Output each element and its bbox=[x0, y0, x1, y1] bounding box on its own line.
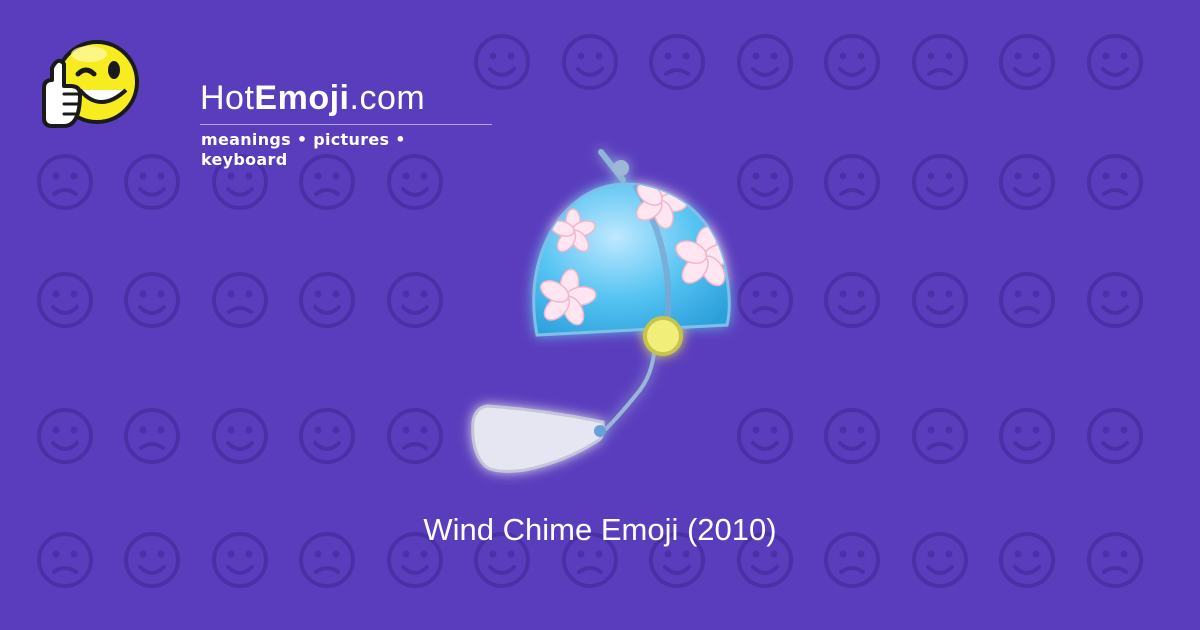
bg-sad-face-icon bbox=[999, 272, 1055, 328]
bg-striped-heart-icon bbox=[299, 272, 355, 328]
emoji-caption: Wind Chime Emoji (2010) bbox=[423, 512, 777, 547]
bg-grinning-face-icon bbox=[37, 272, 93, 328]
wind-chime-emoji-icon bbox=[471, 149, 731, 473]
bg-persevering-face-icon bbox=[912, 34, 968, 90]
bg-unamused-face-icon bbox=[124, 154, 180, 210]
bg-hearts-icon bbox=[737, 34, 793, 90]
bg-disappointed-face-icon bbox=[1087, 154, 1143, 210]
bg-sparkles-icon bbox=[124, 272, 180, 328]
bg-small-hearts-icon bbox=[212, 408, 268, 464]
bg-winking-face-icon bbox=[562, 34, 618, 90]
bg-ok-hand-icon bbox=[999, 34, 1055, 90]
bg-heart-icon bbox=[299, 408, 355, 464]
site-name-prefix: Hot bbox=[200, 79, 255, 117]
bg-musical-notes-icon bbox=[824, 154, 880, 210]
logo-divider bbox=[200, 124, 492, 125]
bg-striped-heart-icon bbox=[824, 272, 880, 328]
site-name-suffix: .com bbox=[349, 79, 426, 117]
bg-see-no-evil-monkey-icon bbox=[912, 154, 968, 210]
bg-smiling-face-icon bbox=[824, 34, 880, 90]
bg-grinning-face-icon bbox=[212, 272, 268, 328]
bg-sleeping-face-icon bbox=[999, 154, 1055, 210]
bg-eyes-icon bbox=[37, 154, 93, 210]
site-logo[interactable]: HotEmoji.com meanings • pictures • keybo… bbox=[40, 34, 492, 169]
bg-smirk-face-icon bbox=[1087, 272, 1143, 328]
thumbs-up-winking-face-icon bbox=[42, 40, 139, 128]
site-tagline: meanings • pictures • keyboard bbox=[201, 130, 406, 169]
bg-left-arrow-icon bbox=[999, 408, 1055, 464]
bg-angry-face-icon bbox=[912, 408, 968, 464]
bg-broken-heart-icon bbox=[387, 272, 443, 328]
bg-monkey-icon bbox=[387, 408, 443, 464]
bg-expressionless-face-icon bbox=[1087, 34, 1143, 90]
bg-kissing-face-icon bbox=[649, 34, 705, 90]
bg-tongue-face-icon bbox=[912, 272, 968, 328]
bg-fire-icon bbox=[1087, 408, 1143, 464]
site-name: HotEmoji.com bbox=[200, 78, 425, 118]
site-name-bold: Emoji bbox=[254, 79, 350, 117]
bg-heart-with-arrow-icon bbox=[37, 408, 93, 464]
bg-weary-face-icon bbox=[124, 408, 180, 464]
bg-smiling-devil-icon bbox=[824, 408, 880, 464]
bg-smiling-face-icon bbox=[474, 34, 530, 90]
